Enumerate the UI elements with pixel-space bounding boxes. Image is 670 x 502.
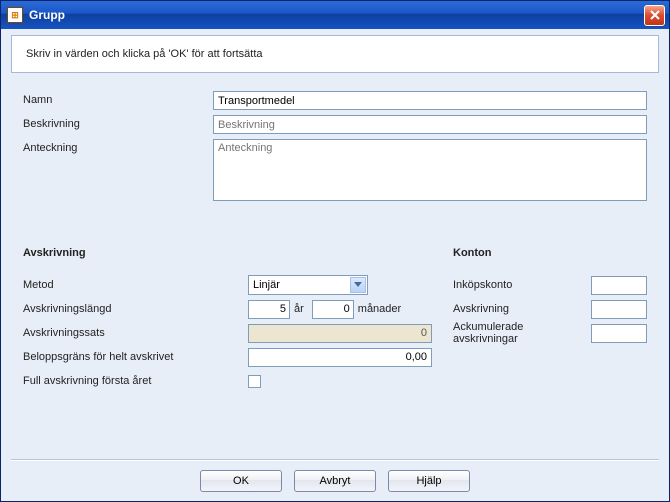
close-icon [650, 10, 660, 20]
ar-input[interactable] [248, 300, 290, 319]
avskr-konto-input[interactable] [591, 300, 647, 319]
sats-label: Avskrivningssats [23, 327, 248, 339]
ok-button[interactable]: OK [200, 470, 282, 492]
ack-input[interactable] [591, 324, 647, 343]
cancel-button[interactable]: Avbryt [294, 470, 376, 492]
titlebar: ⊞ Grupp [1, 1, 669, 29]
ack-label: Ackumulerade avskrivningar [453, 321, 591, 345]
help-button[interactable]: Hjälp [388, 470, 470, 492]
inkop-label: Inköpskonto [453, 279, 591, 291]
beskrivning-input[interactable] [213, 115, 647, 134]
namn-input[interactable] [213, 91, 647, 110]
beskrivning-label: Beskrivning [23, 115, 213, 130]
anteckning-label: Anteckning [23, 139, 213, 154]
avskr-konto-label: Avskrivning [453, 303, 591, 315]
konton-heading: Konton [453, 247, 647, 259]
window-title: Grupp [29, 8, 644, 22]
ar-unit: år [294, 303, 304, 315]
chevron-down-icon [350, 277, 366, 293]
close-button[interactable] [644, 5, 665, 26]
full-checkbox[interactable] [248, 375, 261, 388]
belopp-input[interactable] [248, 348, 432, 367]
inkop-input[interactable] [591, 276, 647, 295]
metod-select[interactable]: Linjär [248, 275, 368, 295]
metod-label: Metod [23, 279, 248, 291]
instruction-text: Skriv in värden och klicka på 'OK' för a… [11, 35, 659, 73]
content-area: Namn Beskrivning Anteckning Avskrivning … [1, 73, 669, 501]
avskrivning-heading: Avskrivning [23, 247, 453, 259]
sats-readonly: 0 [248, 324, 432, 343]
dialog-window: ⊞ Grupp Skriv in värden och klicka på 'O… [0, 0, 670, 502]
metod-value: Linjär [253, 279, 280, 291]
full-label: Full avskrivning första året [23, 375, 248, 387]
manader-input[interactable] [312, 300, 354, 319]
langd-label: Avskrivningslängd [23, 303, 248, 315]
anteckning-textarea[interactable] [213, 139, 647, 201]
manader-unit: månader [358, 303, 401, 315]
app-icon: ⊞ [7, 7, 23, 23]
namn-label: Namn [23, 91, 213, 106]
belopp-label: Beloppsgräns för helt avskrivet [23, 351, 248, 363]
